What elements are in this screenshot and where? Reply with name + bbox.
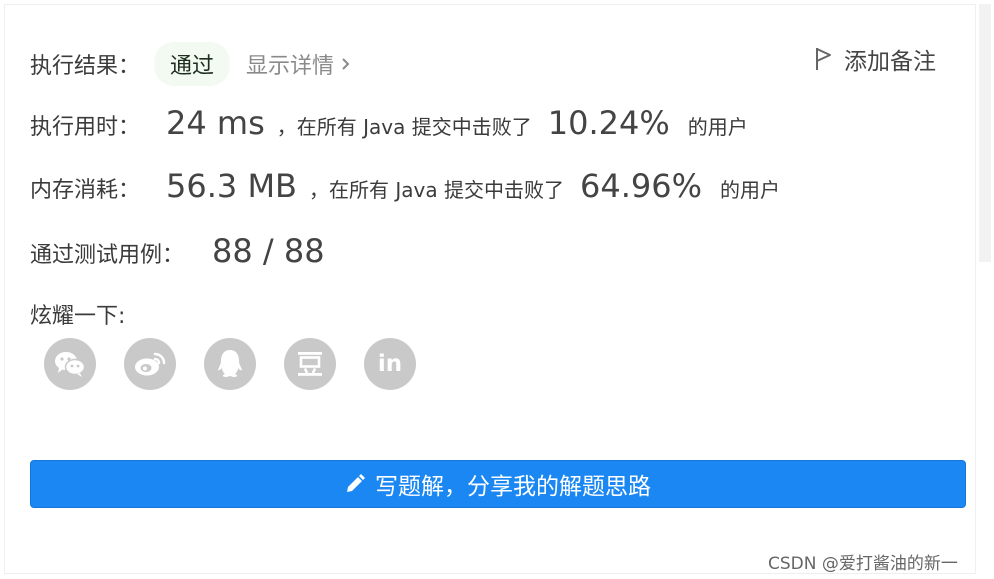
tests-row: 通过测试用例： 88 / 88 (30, 232, 325, 270)
add-note-button[interactable]: 添加备注 (814, 42, 936, 76)
submission-result-page: 执行结果： 通过 显示详情 添加备注 执行用时： 24 ms ，在所有 Java… (0, 0, 994, 579)
add-note-label: 添加备注 (844, 49, 936, 75)
share-qq-button[interactable] (204, 338, 256, 390)
pencil-icon (347, 474, 365, 492)
runtime-label: 执行用时： (30, 115, 141, 140)
share-linkedin-button[interactable]: in (364, 338, 416, 390)
qq-icon (218, 350, 242, 377)
runtime-beat-text: ，在所有 Java 提交中击败了 (276, 115, 532, 139)
douban-icon (298, 352, 322, 376)
runtime-value: 24 ms (166, 104, 265, 142)
memory-label: 内存消耗： (30, 178, 141, 203)
runtime-percent: 10.24% (547, 104, 670, 142)
runtime-row: 执行用时： 24 ms ，在所有 Java 提交中击败了 10.24% 的用户 (30, 104, 748, 142)
result-label: 执行结果： (30, 54, 141, 79)
weibo-icon (135, 352, 166, 376)
memory-value: 56.3 MB (166, 167, 297, 205)
tests-label: 通过测试用例： (30, 243, 185, 268)
memory-beat-text: ，在所有 Java 提交中击败了 (309, 178, 564, 202)
share-wechat-button[interactable] (44, 338, 96, 390)
tests-value: 88 / 88 (212, 232, 325, 270)
runtime-suffix: 的用户 (687, 115, 748, 139)
flag-icon (816, 48, 831, 70)
show-details-link[interactable]: 显示详情 (246, 48, 352, 80)
write-solution-label: 写题解，分享我的解题思路 (375, 474, 651, 500)
share-icons: in (44, 338, 416, 390)
share-weibo-button[interactable] (124, 338, 176, 390)
watermark: CSDN @爱打酱油的新一 (768, 554, 958, 574)
result-row: 执行结果： 通过 显示详情 (30, 42, 352, 86)
wechat-icon (55, 352, 86, 377)
linkedin-icon: in (377, 350, 403, 377)
share-douban-button[interactable] (284, 338, 336, 390)
show-details-label: 显示详情 (246, 54, 335, 79)
memory-percent: 64.96% (579, 167, 702, 205)
share-label: 炫耀一下: (30, 304, 126, 329)
memory-row: 内存消耗： 56.3 MB ，在所有 Java 提交中击败了 64.96% 的用… (30, 167, 780, 205)
write-solution-button[interactable]: 写题解，分享我的解题思路 (30, 460, 966, 508)
chevron-right-icon (342, 58, 350, 70)
memory-suffix: 的用户 (719, 178, 780, 202)
share-row: 炫耀一下: (30, 298, 125, 330)
scrollbar[interactable] (979, 4, 991, 262)
status-badge: 通过 (154, 42, 231, 86)
